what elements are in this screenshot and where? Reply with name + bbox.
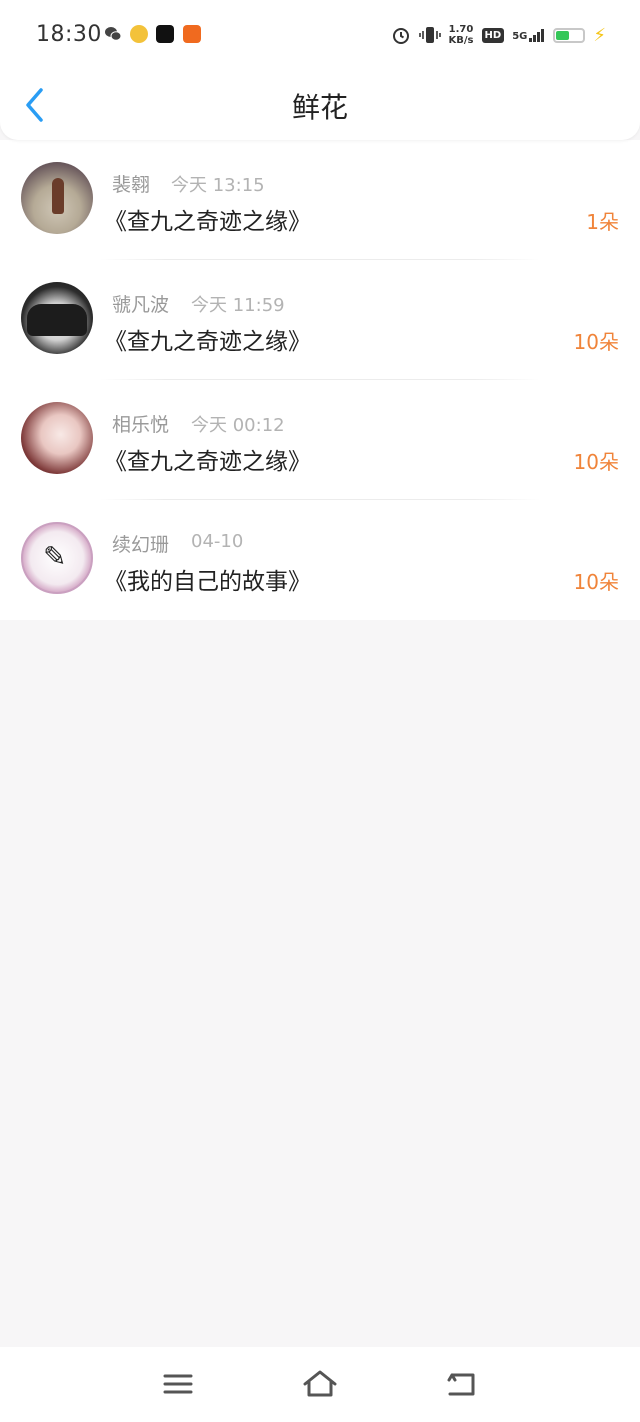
app-header: 18:30 1.70 KB/s HD 5G ⚡ 鲜花	[0, 0, 640, 140]
hd-badge: HD	[481, 27, 505, 43]
book-title[interactable]: 《查九之奇迹之缘》	[104, 442, 311, 476]
avatar[interactable]	[21, 402, 93, 474]
status-time: 18:30	[36, 22, 102, 47]
signal-icon	[529, 29, 545, 42]
network-speed: 1.70 KB/s	[449, 24, 474, 46]
item-time: 今天 13:15	[171, 175, 265, 196]
avatar[interactable]	[21, 162, 93, 234]
app-notification-icon	[156, 25, 174, 43]
system-navigation-bar	[0, 1347, 640, 1422]
list-item[interactable]: ✎ 续幻珊 04-10 《我的自己的故事》 10朵	[0, 500, 640, 620]
signal-5g: 5G	[512, 28, 545, 42]
book-title[interactable]: 《查九之奇迹之缘》	[104, 322, 311, 356]
user-name[interactable]: 续幻珊	[112, 530, 169, 557]
menu-icon	[163, 1374, 193, 1394]
page-title: 鲜花	[291, 91, 348, 124]
charging-icon: ⚡	[593, 24, 606, 46]
status-icons: 1.70 KB/s HD 5G ⚡	[391, 22, 606, 48]
network-speed-unit: KB/s	[448, 35, 474, 46]
weibo-icon	[130, 25, 148, 43]
flower-count: 10朵	[573, 450, 619, 474]
list-item[interactable]: 裴翱 今天 13:15 《查九之奇迹之缘》 1朵	[0, 140, 640, 260]
flower-count: 10朵	[573, 330, 619, 354]
user-name[interactable]: 裴翱	[112, 170, 150, 197]
home-button[interactable]	[300, 1367, 340, 1401]
item-time: 今天 00:12	[191, 415, 285, 436]
flower-list: 裴翱 今天 13:15 《查九之奇迹之缘》 1朵 虢凡波 今天 11:59 《查…	[0, 140, 640, 620]
flower-count: 1朵	[586, 210, 619, 234]
avatar[interactable]: ✎	[21, 522, 93, 594]
vibrate-icon	[418, 27, 441, 43]
user-name[interactable]: 相乐悦	[112, 410, 169, 437]
flower-count: 10朵	[573, 570, 619, 594]
avatar[interactable]	[21, 282, 93, 354]
network-speed-value: 1.70	[448, 24, 474, 35]
return-icon	[447, 1373, 475, 1396]
signal-label: 5G	[512, 31, 528, 42]
alarm-icon	[392, 28, 409, 44]
item-time: 今天 11:59	[191, 295, 285, 316]
app-notification-icon	[183, 25, 201, 43]
battery-icon	[553, 27, 586, 43]
avatar-art: ✎	[43, 540, 67, 573]
item-time: 04-10	[191, 531, 244, 552]
navigation-bar: 鲜花	[0, 70, 640, 140]
home-icon	[303, 1370, 337, 1397]
return-button[interactable]	[442, 1367, 482, 1401]
book-title[interactable]: 《我的自己的故事》	[104, 562, 311, 596]
wechat-icon	[105, 27, 122, 41]
user-name[interactable]: 虢凡波	[112, 290, 169, 317]
menu-button[interactable]	[158, 1367, 198, 1401]
list-item[interactable]: 相乐悦 今天 00:12 《查九之奇迹之缘》 10朵	[0, 380, 640, 500]
status-bar: 18:30 1.70 KB/s HD 5G ⚡	[0, 0, 640, 70]
book-title[interactable]: 《查九之奇迹之缘》	[104, 202, 311, 236]
list-item[interactable]: 虢凡波 今天 11:59 《查九之奇迹之缘》 10朵	[0, 260, 640, 380]
